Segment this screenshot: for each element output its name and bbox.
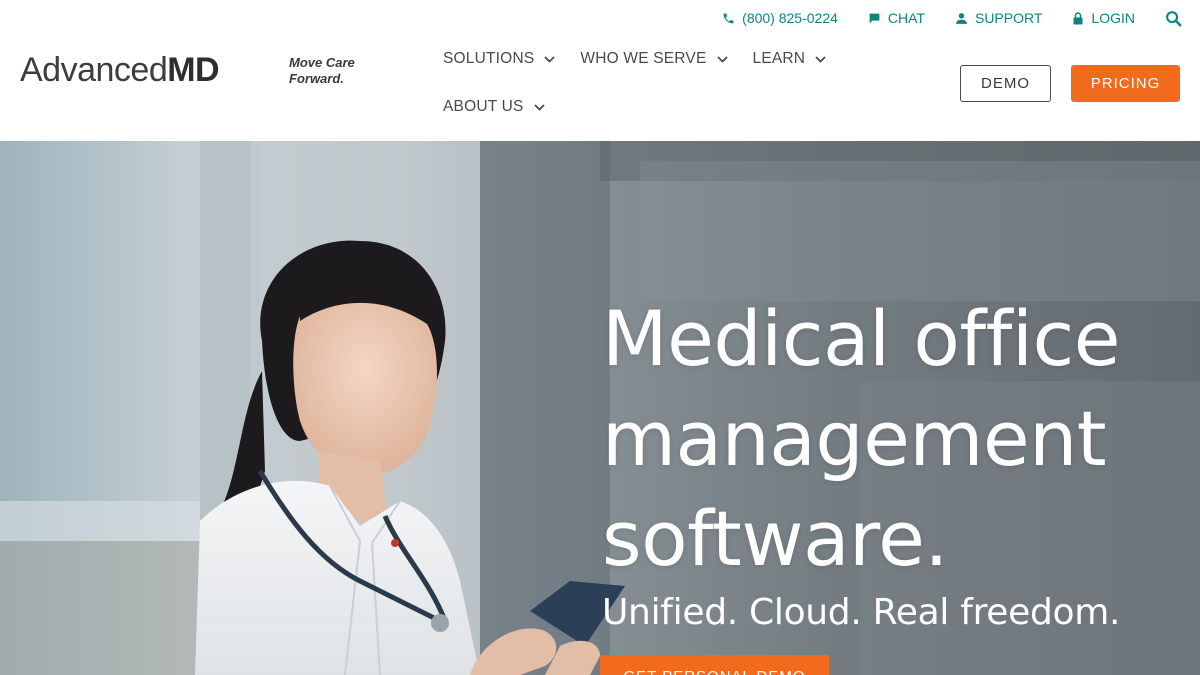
nav-item-label: WHO WE SERVE [580,50,707,67]
hero-text: Medical office management software. Unif… [602,289,1182,635]
tagline-line-1: Move Care [289,55,355,70]
login-link[interactable]: LOGIN [1072,10,1135,26]
nav-item-label: SOLUTIONS [443,50,535,67]
nav-item-label: ABOUT US [443,98,524,115]
nav-item-learn[interactable]: LEARN [753,50,827,68]
phone-number: (800) 825-0224 [742,10,838,26]
chat-icon [869,13,880,23]
pricing-button[interactable]: PRICING [1071,65,1180,102]
tagline: Move Care Forward. [289,55,355,87]
nav-row-2: ABOUT US [443,94,843,120]
utility-bar: (800) 825-0224 CHAT SUPPORT LOGIN [722,8,1182,28]
nav-item-solutions[interactable]: SOLUTIONS [443,50,556,68]
hero-title-line-2: management [602,394,1107,483]
main-nav: SOLUTIONS WHO WE SERVE LEARN ABOUT US [443,46,843,142]
chevron-down-icon [815,55,826,63]
search-icon [1166,10,1182,26]
chevron-down-icon [544,55,556,63]
support-link[interactable]: SUPPORT [955,10,1042,26]
advancedmd-logo[interactable]: AdvancedMD [20,51,220,89]
tagline-line-2: Forward. [289,71,344,86]
chat-link[interactable]: CHAT [868,10,925,26]
support-label: SUPPORT [974,10,1043,26]
lock-icon [1073,11,1083,24]
logo-text-bold: MD [167,51,220,89]
hero-title-line-3: software. [602,494,949,583]
search-button[interactable] [1165,10,1182,27]
nav-item-about-us[interactable]: ABOUT US [443,98,545,116]
hero-banner: Medical office management software. Unif… [0,141,1200,675]
nav-item-label: LEARN [752,50,806,67]
site-header: (800) 825-0224 CHAT SUPPORT LOGIN Advanc… [0,0,1200,141]
hero-subtitle: Unified. Cloud. Real freedom. [602,592,1121,633]
support-icon [956,12,967,24]
logo-text-regular: Advanced [20,51,168,89]
nav-row-1: SOLUTIONS WHO WE SERVE LEARN [443,46,843,72]
phone-icon [723,13,734,23]
chat-label: CHAT [887,10,925,26]
hero-title: Medical office management software. [602,289,1182,589]
phone-link[interactable]: (800) 825-0224 [722,10,838,26]
chevron-down-icon [533,103,545,111]
nav-item-who-we-serve[interactable]: WHO WE SERVE [580,50,728,68]
get-personal-demo-button[interactable]: GET PERSONAL DEMO [600,655,829,675]
demo-button[interactable]: DEMO [960,65,1051,102]
hero-title-line-1: Medical office [602,294,1121,383]
chevron-down-icon [716,55,728,63]
login-label: LOGIN [1091,10,1135,26]
